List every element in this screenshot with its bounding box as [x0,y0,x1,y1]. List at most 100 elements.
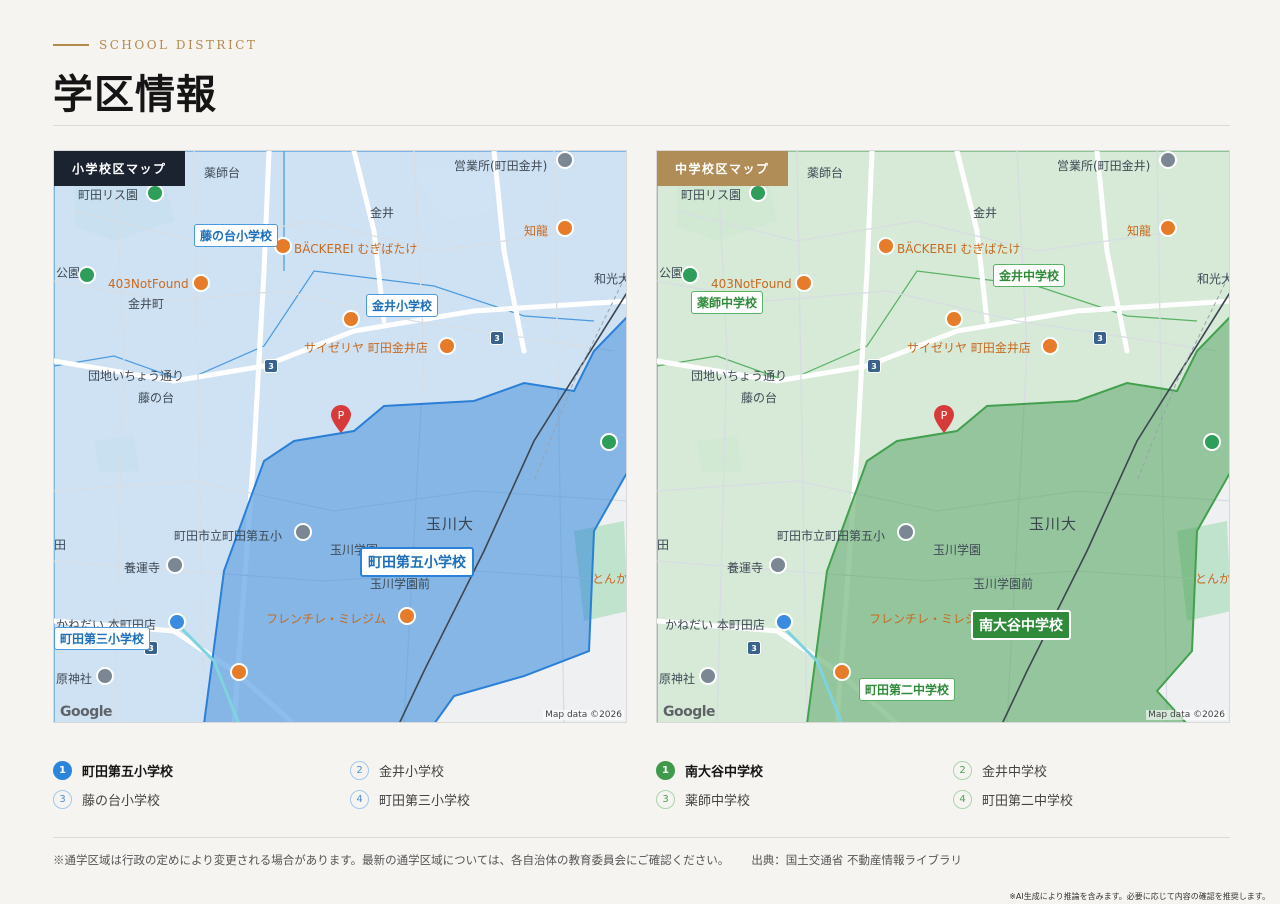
restaurant-icon[interactable] [1159,219,1177,237]
legend-item-junior-1[interactable]: 1 南大谷中学校 [656,761,763,780]
restaurant-icon[interactable] [342,310,360,328]
legend-number: 1 [656,761,675,780]
restaurant-icon[interactable] [1041,337,1059,355]
data-source: 出典：国土交通省 不動産情報ライブラリ [751,853,962,867]
ai-disclaimer: ※AI生成により推論を含みます。必要に応じて内容の確認を推奨します。 [1009,892,1270,901]
place-label: 田 [657,538,670,552]
restaurant-icon[interactable] [833,663,851,681]
place-label: 知龍 [524,224,549,238]
place-label: 町田リス園 [681,188,742,202]
restaurant-icon[interactable] [398,607,416,625]
district-note: ※通学区域は行政の定めにより変更される場合があります。最新の通学区域については、… [53,853,730,867]
restaurant-icon[interactable] [438,337,456,355]
google-logo: Google [60,704,113,720]
place-label: 藤の台 [138,391,175,405]
legend-label: 薬師中学校 [685,794,751,809]
place-label: 金井 [973,206,998,220]
section-eyebrow: SCHOOL DISTRICT [53,38,257,52]
property-marker-icon[interactable]: P [932,404,956,434]
place-label: 薬師台 [204,166,241,180]
place-pin-icon[interactable] [1203,433,1221,451]
shop-icon[interactable] [775,613,793,631]
junior-high-district-map[interactable]: 中学校区マップ 薬師台 町田リス園 金井 BÄCKEREI むぎばたけ 知龍 4… [656,150,1230,723]
shrine-icon[interactable] [699,667,717,685]
temple-icon[interactable] [769,556,787,574]
legend-number: 3 [53,790,72,809]
school-label[interactable]: 金井小学校 [366,294,439,317]
place-label: 営業所(町田金井) [454,159,548,173]
school-label[interactable]: 町田第三小学校 [54,627,151,650]
school-label[interactable]: 町田第二中学校 [859,678,956,701]
legend-number: 3 [656,790,675,809]
park-icon[interactable] [749,184,767,202]
elementary-map-tab[interactable]: 小学校区マップ [54,151,185,186]
legend-item-elementary-3[interactable]: 3 藤の台小学校 [53,790,160,809]
page-title: 学区情報 [53,71,217,118]
school-icon[interactable] [897,523,915,541]
place-label: フレンチレ・ミレジム [266,612,387,626]
restaurant-icon[interactable] [945,310,963,328]
legend-label: 金井中学校 [982,765,1048,780]
legend-label: 町田第五小学校 [82,765,174,780]
place-pin-icon[interactable] [556,151,574,169]
school-label[interactable]: 藤の台小学校 [194,224,279,247]
junior-high-map-tab[interactable]: 中学校区マップ [657,151,788,186]
map-attribution: Map data ©2026 [1146,710,1227,720]
place-label: 薬師台 [807,166,844,180]
restaurant-icon[interactable] [556,219,574,237]
highlight-school-label[interactable]: 町田第五小学校 [360,547,474,577]
legend-label: 町田第三小学校 [379,794,471,809]
route-shield-icon: 3 [867,359,881,373]
place-label: 玉川学園前 [370,577,431,591]
park-icon[interactable] [78,266,96,284]
route-shield-icon: 3 [1093,331,1107,345]
route-shield-icon: 3 [747,641,761,655]
place-pin-icon[interactable] [1159,151,1177,169]
place-label: 和光大 [594,272,627,286]
footer-note: ※通学区域は行政の定めにより変更される場合があります。最新の通学区域については、… [53,852,962,868]
restaurant-icon[interactable] [230,663,248,681]
legend-number: 1 [53,761,72,780]
place-label: 営業所(町田金井) [1057,159,1151,173]
highlight-school-label[interactable]: 南大谷中学校 [971,610,1071,640]
place-label: 田 [54,538,67,552]
footer-divider [53,837,1230,838]
school-label[interactable]: 金井中学校 [993,264,1066,287]
legend-item-elementary-1[interactable]: 1 町田第五小学校 [53,761,173,780]
legend-item-elementary-4[interactable]: 4 町田第三小学校 [350,790,470,809]
legend-item-junior-4[interactable]: 4 町田第二中学校 [953,790,1073,809]
place-label: BÄCKEREI むぎばたけ [294,242,418,256]
school-label[interactable]: 薬師中学校 [691,291,764,314]
place-label: 和光大 [1197,272,1230,286]
park-icon[interactable] [681,266,699,284]
place-pin-icon[interactable] [600,433,618,451]
place-label: 公園 [56,266,81,280]
legend-number: 4 [953,790,972,809]
place-label: 町田市立町田第五小 [777,529,886,543]
place-label: 団地いちょう通り [88,369,185,383]
cafe-icon[interactable] [795,274,813,292]
legend-item-junior-3[interactable]: 3 薬師中学校 [656,790,750,809]
legend-item-elementary-2[interactable]: 2 金井小学校 [350,761,444,780]
legend-item-junior-2[interactable]: 2 金井中学校 [953,761,1047,780]
school-icon[interactable] [294,523,312,541]
place-label: 養運寺 [727,561,764,575]
legend-label: 藤の台小学校 [82,794,161,809]
place-label: 玉川大 [426,515,475,533]
place-label: 原神社 [56,672,93,686]
shop-icon[interactable] [168,613,186,631]
place-label: 養運寺 [124,561,161,575]
shrine-icon[interactable] [96,667,114,685]
temple-icon[interactable] [166,556,184,574]
restaurant-icon[interactable] [877,237,895,255]
place-label: 403NotFound [711,277,792,291]
svg-text:P: P [338,409,345,422]
property-marker-icon[interactable]: P [329,404,353,434]
place-label: とんか [1195,572,1230,586]
legend-number: 4 [350,790,369,809]
place-label: かねだい 本町田店 [665,618,765,632]
cafe-icon[interactable] [192,274,210,292]
place-label: 金井町 [128,297,165,311]
elementary-district-map[interactable]: 小学校区マップ 薬師台 町田リス園 金井 BÄCKEREI むぎばたけ 知龍 4… [53,150,627,723]
park-icon[interactable] [146,184,164,202]
